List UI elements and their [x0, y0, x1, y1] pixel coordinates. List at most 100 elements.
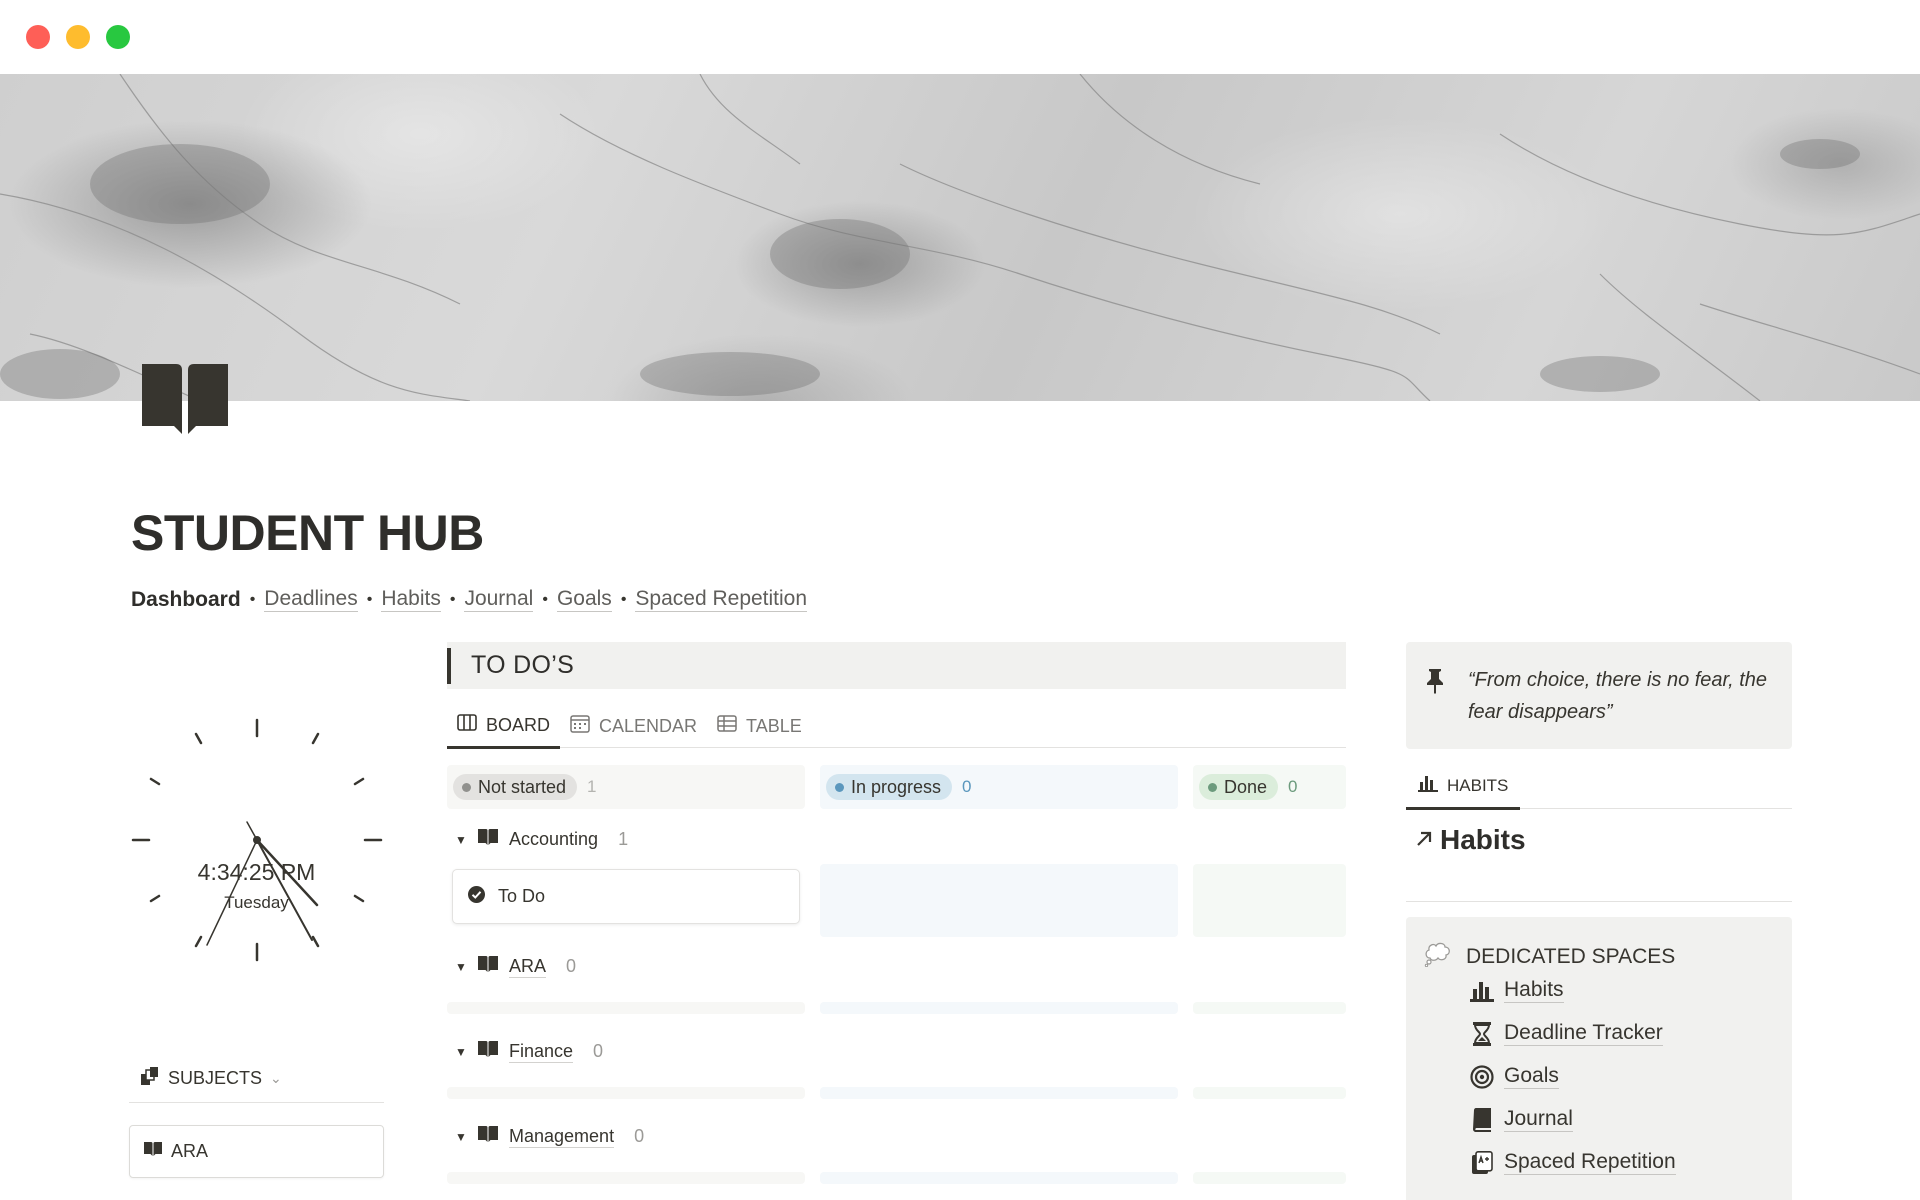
nav-separator: •	[620, 590, 627, 608]
group-name: Accounting	[509, 829, 599, 849]
habits-link-label: Habits	[1440, 824, 1526, 855]
chevron-down-icon[interactable]: ⌄	[270, 1070, 282, 1087]
tab-board[interactable]: BOARD	[447, 704, 561, 749]
group-name[interactable]: Management	[509, 1125, 615, 1148]
bar-chart-icon	[1470, 979, 1494, 1003]
toggle-triangle-icon[interactable]: ▼	[455, 1130, 467, 1144]
thought-bubble-icon	[1424, 941, 1452, 973]
nav-separator: •	[542, 590, 548, 608]
nav-link-habits[interactable]: Habits	[381, 587, 441, 612]
minimize-window-button[interactable]	[66, 25, 90, 49]
files-icon	[140, 1066, 160, 1091]
flashcard-icon	[1470, 1150, 1494, 1175]
habits-view-tabs: HABITS	[1406, 764, 1792, 810]
group-count: 0	[634, 1126, 645, 1146]
group-count: 0	[593, 1041, 604, 1061]
clock-day: Tuesday	[224, 893, 289, 912]
dedicated-spaces-callout: DEDICATED SPACES Habits Deadline Tracker…	[1406, 917, 1792, 1200]
nav-dashboard: Dashboard	[131, 587, 241, 611]
book-icon	[143, 1141, 163, 1162]
divider	[129, 1102, 384, 1103]
column-not-started[interactable]: Not started 1	[447, 765, 597, 809]
analog-clock	[131, 718, 383, 962]
habits-link[interactable]: Habits	[1414, 824, 1526, 856]
column-done[interactable]: Done 0	[1193, 765, 1298, 809]
window-titlebar	[0, 0, 1920, 74]
todo-card[interactable]: To Do	[452, 869, 800, 924]
pushpin-icon	[1426, 668, 1444, 699]
page-title: STUDENT HUB	[131, 505, 484, 561]
space-label: Journal	[1504, 1107, 1573, 1132]
tab-calendar[interactable]: CALENDAR	[560, 704, 707, 748]
group-management[interactable]: ▼ Management 0	[455, 1125, 644, 1148]
space-label: Deadline Tracker	[1504, 1021, 1663, 1046]
hourglass-icon	[1470, 1021, 1494, 1046]
not-started-cell	[447, 1087, 805, 1099]
page-cover-image[interactable]	[0, 74, 1920, 401]
space-label: Habits	[1504, 978, 1564, 1003]
tab-table[interactable]: TABLE	[707, 704, 812, 748]
status-badge: Not started	[453, 774, 578, 800]
nav-separator: •	[449, 590, 456, 608]
table-icon	[717, 715, 737, 737]
calendar-icon	[570, 714, 590, 738]
dedicated-spaces-header: DEDICATED SPACES	[1424, 941, 1675, 973]
maximize-window-button[interactable]	[106, 25, 130, 49]
column-count: 0	[1288, 777, 1298, 796]
in-progress-cell	[820, 864, 1178, 937]
group-count: 1	[618, 829, 629, 849]
tab-habits[interactable]: HABITS	[1406, 764, 1521, 810]
page-navigation: Dashboard • Deadlines • Habits • Journal…	[131, 587, 808, 612]
book-icon	[477, 828, 499, 851]
group-finance[interactable]: ▼ Finance 0	[455, 1040, 603, 1063]
tab-table-label: TABLE	[746, 715, 802, 736]
book-icon[interactable]	[140, 362, 230, 436]
in-progress-cell	[820, 1087, 1178, 1099]
divider	[1406, 901, 1792, 902]
space-link-goals[interactable]: Goals	[1470, 1064, 1559, 1089]
space-label: Spaced Repetition	[1504, 1150, 1676, 1175]
quote-callout: “From choice, there is no fear, the fear…	[1406, 642, 1792, 749]
group-ara[interactable]: ▼ ARA 0	[455, 955, 576, 978]
status-badge: In progress	[826, 774, 953, 800]
toggle-triangle-icon[interactable]: ▼	[455, 1045, 467, 1059]
subject-name: ARA	[171, 1141, 209, 1161]
close-window-button[interactable]	[26, 25, 50, 49]
quote-bar	[447, 647, 451, 684]
card-title: To Do	[498, 886, 546, 906]
space-link-spaced-repetition[interactable]: Spaced Repetition	[1470, 1150, 1676, 1175]
in-progress-cell	[820, 1172, 1178, 1184]
space-link-habits[interactable]: Habits	[1470, 978, 1564, 1003]
group-name[interactable]: ARA	[509, 955, 547, 978]
group-accounting[interactable]: ▼ Accounting 1	[455, 828, 628, 851]
status-badge: Done	[1199, 774, 1279, 800]
done-cell	[1193, 1002, 1346, 1014]
tab-calendar-label: CALENDAR	[599, 715, 698, 736]
toggle-triangle-icon[interactable]: ▼	[455, 960, 467, 974]
status-dot	[835, 782, 844, 792]
not-started-cell	[447, 1002, 805, 1014]
nav-link-goals[interactable]: Goals	[556, 587, 612, 612]
space-link-deadline-tracker[interactable]: Deadline Tracker	[1470, 1021, 1663, 1046]
column-in-progress[interactable]: In progress 0	[820, 765, 972, 809]
not-started-cell	[447, 1172, 805, 1184]
arrow-up-right-icon	[1414, 824, 1434, 856]
done-cell	[1193, 1172, 1346, 1184]
board-icon	[457, 714, 477, 736]
dedicated-spaces-heading: DEDICATED SPACES	[1466, 945, 1676, 968]
quote-text: “From choice, there is no fear, the fear…	[1468, 669, 1768, 723]
subject-card[interactable]: ARA	[129, 1125, 384, 1178]
space-link-journal[interactable]: Journal	[1470, 1107, 1573, 1132]
group-name[interactable]: Finance	[509, 1040, 574, 1063]
notebook-icon	[1470, 1107, 1494, 1132]
toggle-triangle-icon[interactable]: ▼	[455, 833, 467, 847]
nav-link-journal[interactable]: Journal	[464, 587, 534, 612]
subjects-header[interactable]: SUBJECTS ⌄	[140, 1066, 282, 1091]
done-cell	[1193, 864, 1346, 937]
nav-link-deadlines[interactable]: Deadlines	[264, 587, 358, 612]
space-label: Goals	[1504, 1064, 1559, 1089]
column-count: 1	[587, 777, 597, 796]
nav-link-spaced-repetition[interactable]: Spaced Repetition	[635, 587, 808, 612]
column-count: 0	[962, 777, 972, 796]
done-cell	[1193, 1087, 1346, 1099]
